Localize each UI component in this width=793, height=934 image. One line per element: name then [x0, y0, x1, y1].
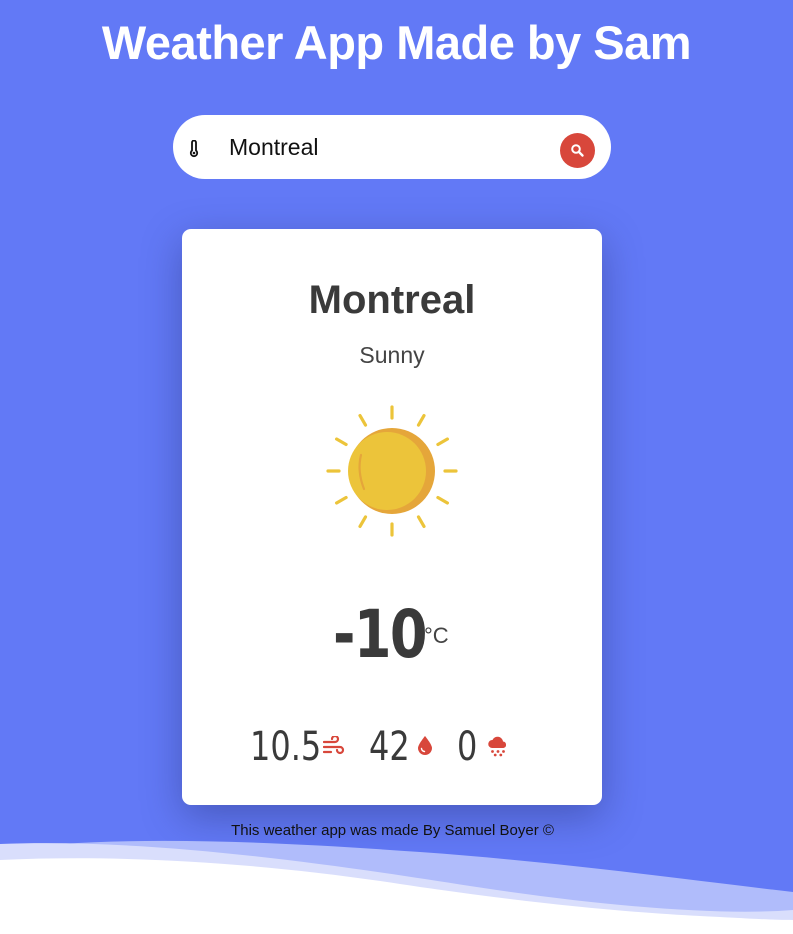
- humidity-value: 42: [369, 724, 410, 770]
- search-icon: [571, 144, 584, 157]
- wind-speed-value: 10.5: [250, 724, 322, 770]
- weather-card: Montreal Sunny -10 °C 10.5 42 0: [182, 229, 602, 805]
- search-input[interactable]: [229, 131, 549, 163]
- droplet-icon: [418, 736, 432, 755]
- search-button[interactable]: [560, 133, 595, 168]
- city-name: Montreal: [308, 278, 476, 322]
- precipitation-value: 0: [457, 724, 478, 770]
- rain-cloud-icon: [488, 736, 507, 757]
- sun-icon: [326, 405, 458, 537]
- footer-credit: This weather app was made By Samuel Boye…: [231, 822, 554, 839]
- temperature-unit: °C: [424, 623, 449, 648]
- temperature-value: -10: [333, 596, 428, 673]
- weather-condition: Sunny: [359, 342, 425, 368]
- wind-icon: [323, 736, 345, 755]
- thermometer-icon: [189, 140, 199, 158]
- app-title: Weather App Made by Sam: [101, 16, 692, 69]
